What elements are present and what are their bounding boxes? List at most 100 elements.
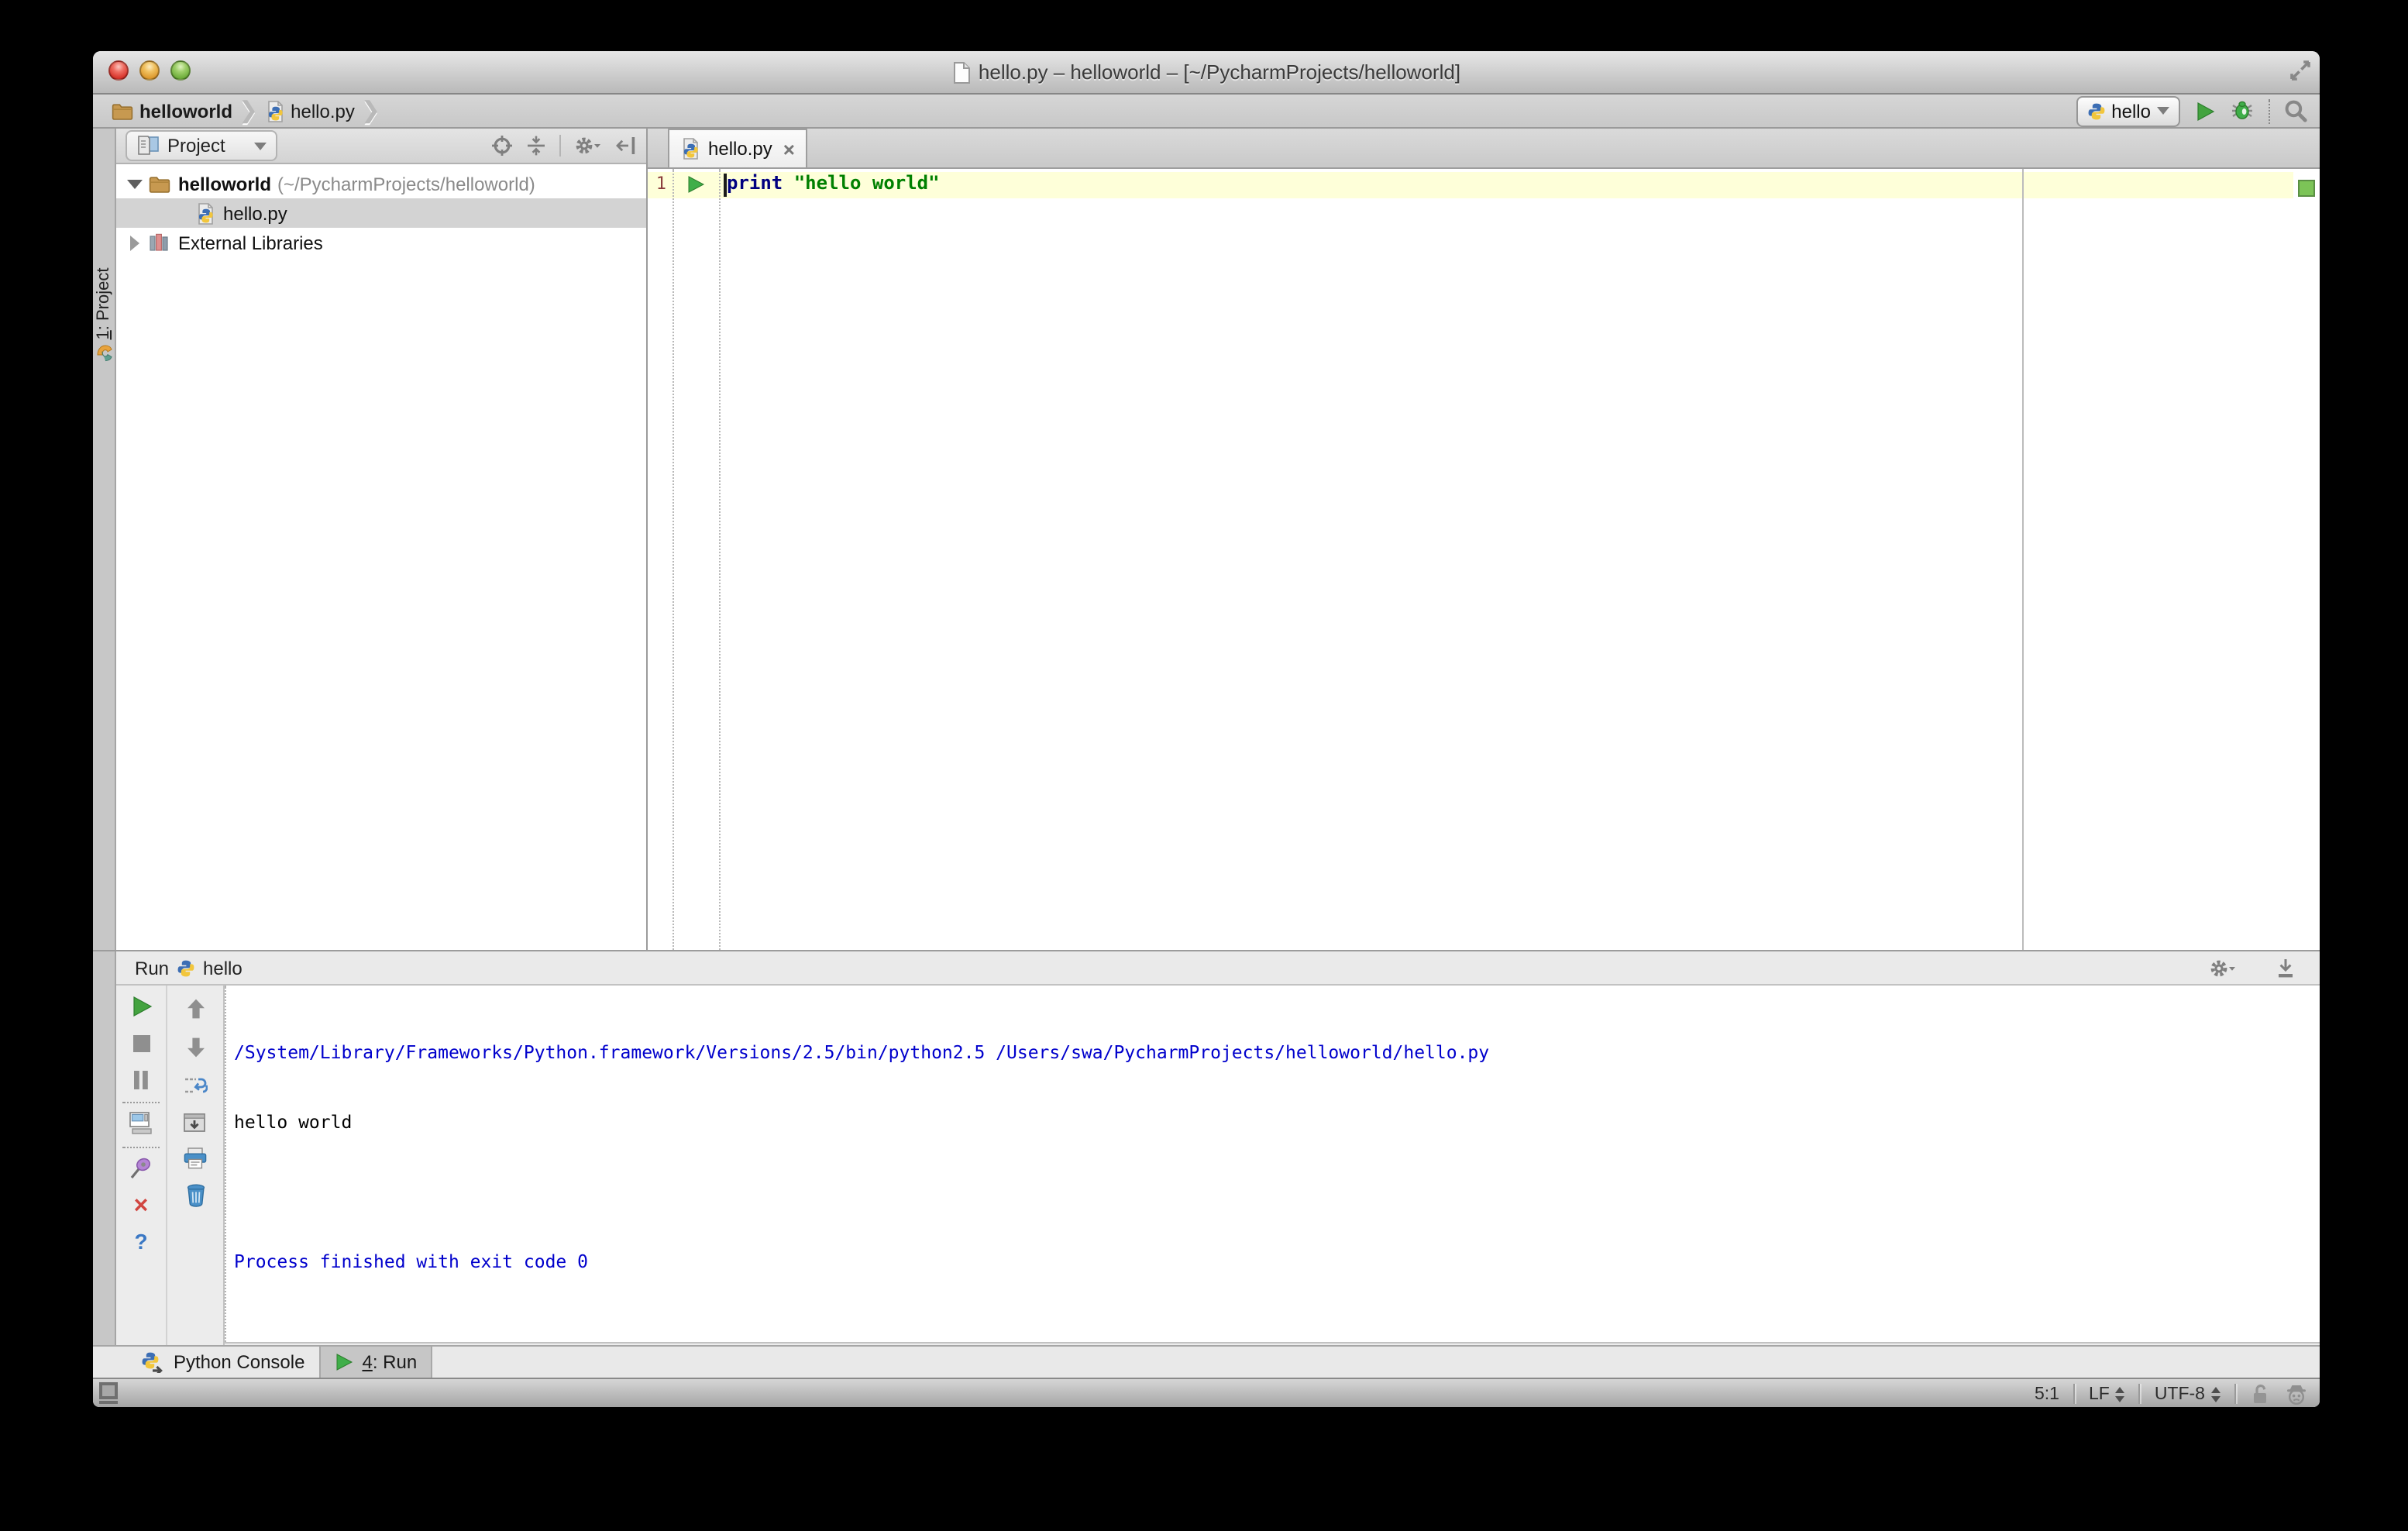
console-line-exit: Process finished with exit code 0	[234, 1251, 588, 1272]
encoding-value: UTF-8	[2154, 1385, 2205, 1403]
hide-panel-icon[interactable]	[2275, 957, 2296, 979]
scroll-to-end-button[interactable]	[183, 1111, 208, 1134]
chevron-right-icon: ❯	[360, 97, 381, 123]
unlock-icon[interactable]	[2250, 1382, 2270, 1405]
project-header-actions	[491, 135, 637, 157]
pin-tab-button[interactable]	[129, 1156, 153, 1181]
zoom-window-button[interactable]	[170, 60, 191, 81]
run-header-actions	[2200, 957, 2304, 979]
tree-file-name: hello.py	[223, 202, 287, 224]
run-line-marker-icon[interactable]	[686, 175, 705, 194]
pycharm-window: hello.py – helloworld – [~/PycharmProjec…	[93, 51, 2320, 1407]
toggle-tool-buttons-icon[interactable]	[99, 1382, 121, 1405]
help-button[interactable]: ?	[134, 1230, 147, 1254]
python-console-button[interactable]: Python Console	[127, 1347, 318, 1378]
gutter-separator	[673, 169, 674, 950]
rerun-button[interactable]	[129, 995, 153, 1018]
line-ending-widget[interactable]: LF	[2089, 1385, 2125, 1403]
tool-window-stripe-lower	[93, 951, 116, 1345]
chevron-down-icon	[254, 142, 267, 150]
console-line-command: /System/Library/Frameworks/Python.framew…	[234, 1041, 1490, 1063]
project-panel-header: Project	[116, 129, 646, 164]
breadcrumb: helloworld ❯ hello.py ❯	[112, 97, 381, 123]
status-bar: 5:1 LF UTF-8	[93, 1378, 2320, 1407]
console-text: /System/Library/Frameworks/Python.framew…	[225, 986, 2320, 1342]
collapse-caret-icon[interactable]	[127, 179, 143, 188]
line-number: 1	[655, 174, 666, 194]
editor-tab-bar: hello.py ×	[648, 129, 2320, 169]
inspection-status-square[interactable]	[2298, 180, 2315, 197]
chevron-down-icon	[2157, 107, 2169, 115]
toolbar-separator	[122, 1102, 160, 1103]
prev-occurrence-button[interactable]	[185, 998, 205, 1020]
console-output[interactable]: /System/Library/Frameworks/Python.framew…	[225, 986, 2320, 1343]
settings-gear-icon[interactable]	[573, 135, 603, 157]
line-ending-value: LF	[2088, 1385, 2110, 1403]
python-icon	[177, 958, 195, 977]
run-button[interactable]	[2194, 100, 2216, 122]
hide-panel-icon[interactable]	[615, 135, 637, 157]
project-tree: helloworld (~/PycharmProjects/helloworld…	[116, 164, 646, 950]
minimize-window-button[interactable]	[139, 60, 160, 81]
project-tool-window-icon[interactable]	[95, 342, 115, 363]
libraries-icon	[149, 232, 170, 253]
tree-root-path: (~/PycharmProjects/helloworld)	[277, 173, 535, 194]
run-configuration-select[interactable]: hello	[2076, 95, 2180, 126]
run-toolbar: hello	[2076, 95, 2307, 126]
clear-all-button[interactable]	[184, 1182, 207, 1207]
search-icon[interactable]	[2284, 99, 2307, 122]
stop-button[interactable]	[131, 1034, 151, 1054]
debug-button[interactable]	[2230, 99, 2255, 122]
soft-wrap-button[interactable]	[183, 1074, 208, 1097]
project-view-select[interactable]: Project	[126, 130, 278, 161]
tree-root-name: helloworld	[178, 173, 271, 194]
inspection-marker-bar	[2293, 169, 2320, 950]
expand-caret-icon[interactable]	[130, 235, 139, 250]
caret-position-widget[interactable]: 5:1	[2035, 1385, 2059, 1403]
print-button[interactable]	[183, 1147, 208, 1170]
collapse-all-icon[interactable]	[525, 135, 547, 157]
run-tool-window-button[interactable]: 4: Run	[318, 1347, 433, 1378]
next-occurrence-button[interactable]	[185, 1037, 205, 1058]
project-stripe-button[interactable]: 1: Project	[95, 260, 113, 347]
breadcrumb-project[interactable]: helloworld	[139, 100, 232, 122]
status-bar-widgets: 5:1 LF UTF-8	[2035, 1379, 2309, 1407]
scroll-to-source-icon[interactable]	[491, 135, 513, 157]
chevron-right-icon: ❯	[239, 97, 259, 123]
run-panel-main: Run hello × ? /System/Library/Frameworks…	[116, 951, 2320, 1345]
toolbar-separator	[122, 1147, 160, 1148]
updown-arrows-icon	[2115, 1386, 2125, 1402]
updown-arrows-icon	[2211, 1386, 2221, 1402]
hector-inspector-icon[interactable]	[2284, 1382, 2309, 1405]
code-string: "hello world"	[793, 172, 940, 194]
tree-row-file-selected[interactable]: hello.py	[116, 198, 646, 228]
tree-row-external-libraries[interactable]: External Libraries	[116, 228, 646, 257]
folder-icon	[112, 101, 133, 120]
python-file-icon	[264, 100, 284, 122]
run-panel-header[interactable]: Run hello	[116, 951, 2320, 986]
title-bar[interactable]: hello.py – helloworld – [~/PycharmProjec…	[93, 51, 2320, 95]
settings-gear-icon[interactable]	[2208, 957, 2238, 979]
close-tab-icon[interactable]: ×	[783, 137, 795, 160]
encoding-widget[interactable]: UTF-8	[2155, 1385, 2221, 1403]
close-console-button[interactable]: ×	[134, 1194, 149, 1219]
tab-label: hello.py	[708, 138, 772, 160]
breadcrumb-file[interactable]: hello.py	[291, 100, 355, 122]
stripe-mnemonic: 1	[95, 330, 113, 340]
tab-hello-py[interactable]: hello.py ×	[668, 129, 807, 167]
tool-window-stripe: 1: Project	[93, 129, 116, 950]
run-panel-title: Run	[135, 957, 170, 979]
tree-external-label: External Libraries	[178, 232, 323, 253]
editor-body[interactable]: 1 print "hello world"	[648, 169, 2320, 950]
pause-output-button[interactable]	[132, 1069, 150, 1091]
folder-icon	[149, 174, 170, 193]
right-margin-guide	[2022, 169, 2024, 950]
fullscreen-icon[interactable]	[2289, 59, 2312, 82]
run-icon	[334, 1353, 353, 1371]
restore-layout-button[interactable]	[128, 1111, 154, 1136]
code-line[interactable]: print "hello world"	[727, 172, 940, 198]
close-window-button[interactable]	[108, 60, 129, 81]
run-label: : Run	[372, 1351, 418, 1373]
tree-row-root[interactable]: helloworld (~/PycharmProjects/helloworld…	[116, 169, 646, 198]
